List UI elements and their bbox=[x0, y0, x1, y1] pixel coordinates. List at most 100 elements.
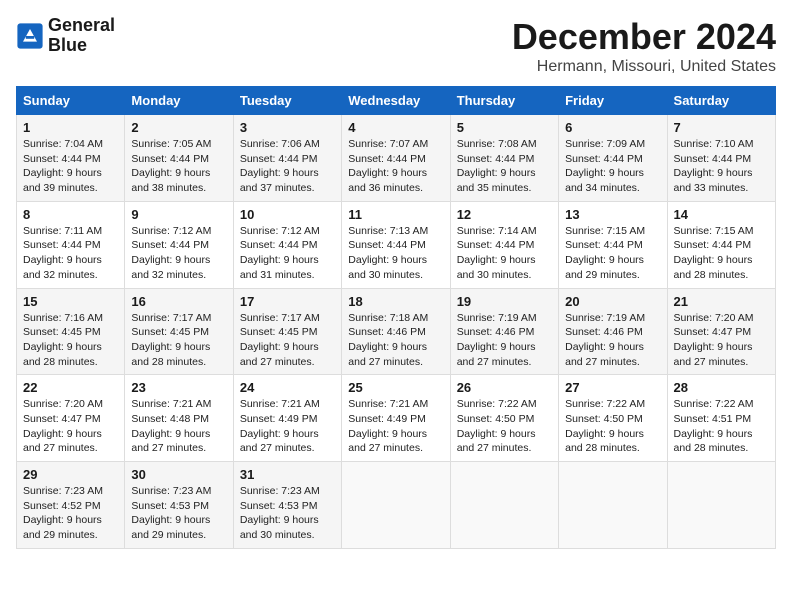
day-cell bbox=[559, 462, 667, 549]
day-info: Sunrise: 7:13 AM Sunset: 4:44 PM Dayligh… bbox=[348, 224, 443, 283]
header: General Blue December 2024 Hermann, Miss… bbox=[16, 16, 776, 76]
day-info: Sunrise: 7:22 AM Sunset: 4:51 PM Dayligh… bbox=[674, 397, 769, 456]
calendar-table: SundayMondayTuesdayWednesdayThursdayFrid… bbox=[16, 86, 776, 549]
day-info: Sunrise: 7:09 AM Sunset: 4:44 PM Dayligh… bbox=[565, 137, 660, 196]
day-info: Sunrise: 7:14 AM Sunset: 4:44 PM Dayligh… bbox=[457, 224, 552, 283]
day-info: Sunrise: 7:22 AM Sunset: 4:50 PM Dayligh… bbox=[457, 397, 552, 456]
day-cell: 4 Sunrise: 7:07 AM Sunset: 4:44 PM Dayli… bbox=[342, 115, 450, 202]
day-number: 25 bbox=[348, 380, 443, 395]
day-number: 22 bbox=[23, 380, 118, 395]
header-day-sunday: Sunday bbox=[17, 87, 125, 115]
header-day-tuesday: Tuesday bbox=[233, 87, 341, 115]
header-day-wednesday: Wednesday bbox=[342, 87, 450, 115]
day-cell: 8 Sunrise: 7:11 AM Sunset: 4:44 PM Dayli… bbox=[17, 201, 125, 288]
day-info: Sunrise: 7:20 AM Sunset: 4:47 PM Dayligh… bbox=[674, 311, 769, 370]
header-day-friday: Friday bbox=[559, 87, 667, 115]
day-info: Sunrise: 7:19 AM Sunset: 4:46 PM Dayligh… bbox=[565, 311, 660, 370]
header-day-thursday: Thursday bbox=[450, 87, 558, 115]
day-number: 27 bbox=[565, 380, 660, 395]
day-info: Sunrise: 7:21 AM Sunset: 4:49 PM Dayligh… bbox=[348, 397, 443, 456]
day-number: 7 bbox=[674, 120, 769, 135]
logo: General Blue bbox=[16, 16, 115, 56]
week-row-5: 29 Sunrise: 7:23 AM Sunset: 4:52 PM Dayl… bbox=[17, 462, 776, 549]
day-info: Sunrise: 7:17 AM Sunset: 4:45 PM Dayligh… bbox=[131, 311, 226, 370]
day-number: 5 bbox=[457, 120, 552, 135]
day-cell: 27 Sunrise: 7:22 AM Sunset: 4:50 PM Dayl… bbox=[559, 375, 667, 462]
day-number: 10 bbox=[240, 207, 335, 222]
day-info: Sunrise: 7:20 AM Sunset: 4:47 PM Dayligh… bbox=[23, 397, 118, 456]
day-number: 14 bbox=[674, 207, 769, 222]
day-cell: 23 Sunrise: 7:21 AM Sunset: 4:48 PM Dayl… bbox=[125, 375, 233, 462]
day-cell: 22 Sunrise: 7:20 AM Sunset: 4:47 PM Dayl… bbox=[17, 375, 125, 462]
day-cell: 25 Sunrise: 7:21 AM Sunset: 4:49 PM Dayl… bbox=[342, 375, 450, 462]
day-number: 1 bbox=[23, 120, 118, 135]
day-number: 21 bbox=[674, 294, 769, 309]
day-cell: 16 Sunrise: 7:17 AM Sunset: 4:45 PM Dayl… bbox=[125, 288, 233, 375]
day-number: 23 bbox=[131, 380, 226, 395]
day-cell: 17 Sunrise: 7:17 AM Sunset: 4:45 PM Dayl… bbox=[233, 288, 341, 375]
day-cell: 7 Sunrise: 7:10 AM Sunset: 4:44 PM Dayli… bbox=[667, 115, 775, 202]
day-info: Sunrise: 7:23 AM Sunset: 4:53 PM Dayligh… bbox=[131, 484, 226, 543]
day-number: 9 bbox=[131, 207, 226, 222]
day-cell: 30 Sunrise: 7:23 AM Sunset: 4:53 PM Dayl… bbox=[125, 462, 233, 549]
day-number: 29 bbox=[23, 467, 118, 482]
day-number: 16 bbox=[131, 294, 226, 309]
day-cell: 5 Sunrise: 7:08 AM Sunset: 4:44 PM Dayli… bbox=[450, 115, 558, 202]
day-number: 15 bbox=[23, 294, 118, 309]
day-number: 11 bbox=[348, 207, 443, 222]
day-cell: 26 Sunrise: 7:22 AM Sunset: 4:50 PM Dayl… bbox=[450, 375, 558, 462]
day-cell: 15 Sunrise: 7:16 AM Sunset: 4:45 PM Dayl… bbox=[17, 288, 125, 375]
day-info: Sunrise: 7:22 AM Sunset: 4:50 PM Dayligh… bbox=[565, 397, 660, 456]
logo-icon bbox=[16, 22, 44, 50]
day-number: 26 bbox=[457, 380, 552, 395]
day-info: Sunrise: 7:07 AM Sunset: 4:44 PM Dayligh… bbox=[348, 137, 443, 196]
day-number: 6 bbox=[565, 120, 660, 135]
logo-line2: Blue bbox=[48, 36, 115, 56]
day-number: 28 bbox=[674, 380, 769, 395]
day-info: Sunrise: 7:15 AM Sunset: 4:44 PM Dayligh… bbox=[565, 224, 660, 283]
day-number: 8 bbox=[23, 207, 118, 222]
day-info: Sunrise: 7:12 AM Sunset: 4:44 PM Dayligh… bbox=[131, 224, 226, 283]
day-cell: 12 Sunrise: 7:14 AM Sunset: 4:44 PM Dayl… bbox=[450, 201, 558, 288]
day-cell: 1 Sunrise: 7:04 AM Sunset: 4:44 PM Dayli… bbox=[17, 115, 125, 202]
logo-line1: General bbox=[48, 16, 115, 36]
day-info: Sunrise: 7:15 AM Sunset: 4:44 PM Dayligh… bbox=[674, 224, 769, 283]
day-number: 20 bbox=[565, 294, 660, 309]
day-number: 2 bbox=[131, 120, 226, 135]
day-info: Sunrise: 7:23 AM Sunset: 4:53 PM Dayligh… bbox=[240, 484, 335, 543]
day-cell: 20 Sunrise: 7:19 AM Sunset: 4:46 PM Dayl… bbox=[559, 288, 667, 375]
calendar-title: December 2024 bbox=[512, 16, 776, 58]
page-wrapper: General Blue December 2024 Hermann, Miss… bbox=[16, 16, 776, 549]
calendar-subtitle: Hermann, Missouri, United States bbox=[512, 58, 776, 76]
day-info: Sunrise: 7:19 AM Sunset: 4:46 PM Dayligh… bbox=[457, 311, 552, 370]
day-number: 24 bbox=[240, 380, 335, 395]
day-info: Sunrise: 7:04 AM Sunset: 4:44 PM Dayligh… bbox=[23, 137, 118, 196]
day-cell bbox=[342, 462, 450, 549]
day-cell: 14 Sunrise: 7:15 AM Sunset: 4:44 PM Dayl… bbox=[667, 201, 775, 288]
logo-text: General Blue bbox=[48, 16, 115, 56]
day-info: Sunrise: 7:11 AM Sunset: 4:44 PM Dayligh… bbox=[23, 224, 118, 283]
day-cell: 13 Sunrise: 7:15 AM Sunset: 4:44 PM Dayl… bbox=[559, 201, 667, 288]
week-row-1: 1 Sunrise: 7:04 AM Sunset: 4:44 PM Dayli… bbox=[17, 115, 776, 202]
day-cell: 28 Sunrise: 7:22 AM Sunset: 4:51 PM Dayl… bbox=[667, 375, 775, 462]
header-day-monday: Monday bbox=[125, 87, 233, 115]
day-cell: 19 Sunrise: 7:19 AM Sunset: 4:46 PM Dayl… bbox=[450, 288, 558, 375]
day-cell: 2 Sunrise: 7:05 AM Sunset: 4:44 PM Dayli… bbox=[125, 115, 233, 202]
day-cell: 21 Sunrise: 7:20 AM Sunset: 4:47 PM Dayl… bbox=[667, 288, 775, 375]
day-number: 31 bbox=[240, 467, 335, 482]
day-info: Sunrise: 7:10 AM Sunset: 4:44 PM Dayligh… bbox=[674, 137, 769, 196]
week-row-4: 22 Sunrise: 7:20 AM Sunset: 4:47 PM Dayl… bbox=[17, 375, 776, 462]
day-info: Sunrise: 7:08 AM Sunset: 4:44 PM Dayligh… bbox=[457, 137, 552, 196]
day-info: Sunrise: 7:18 AM Sunset: 4:46 PM Dayligh… bbox=[348, 311, 443, 370]
day-number: 19 bbox=[457, 294, 552, 309]
day-number: 3 bbox=[240, 120, 335, 135]
day-info: Sunrise: 7:06 AM Sunset: 4:44 PM Dayligh… bbox=[240, 137, 335, 196]
day-cell: 11 Sunrise: 7:13 AM Sunset: 4:44 PM Dayl… bbox=[342, 201, 450, 288]
day-number: 18 bbox=[348, 294, 443, 309]
day-cell: 10 Sunrise: 7:12 AM Sunset: 4:44 PM Dayl… bbox=[233, 201, 341, 288]
day-info: Sunrise: 7:17 AM Sunset: 4:45 PM Dayligh… bbox=[240, 311, 335, 370]
day-number: 17 bbox=[240, 294, 335, 309]
day-number: 12 bbox=[457, 207, 552, 222]
title-block: December 2024 Hermann, Missouri, United … bbox=[512, 16, 776, 76]
day-info: Sunrise: 7:23 AM Sunset: 4:52 PM Dayligh… bbox=[23, 484, 118, 543]
